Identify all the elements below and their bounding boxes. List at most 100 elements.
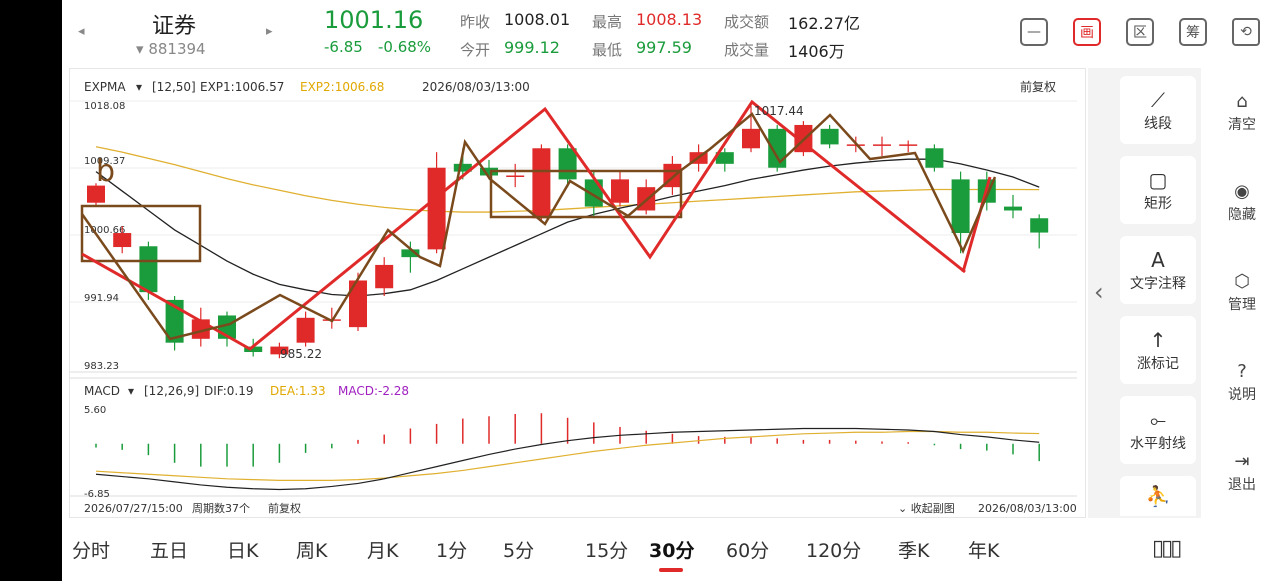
dea-value: DEA:1.33	[270, 384, 326, 398]
candle-body	[427, 167, 446, 250]
candle-body	[558, 148, 577, 180]
tab-0[interactable]: 分时	[72, 536, 110, 563]
side-label: 管理	[1228, 297, 1256, 313]
macd-subchart	[95, 413, 1040, 491]
candle-body	[139, 246, 158, 293]
y-tick-label: 991.94	[84, 293, 119, 304]
footer-end-time: 2026/08/03/13:00	[978, 502, 1077, 515]
candle-body	[611, 179, 629, 203]
candle-body	[506, 175, 525, 177]
volume-value: 1406万	[788, 42, 845, 61]
candle-body	[899, 144, 918, 146]
exp1-value: EXP1:1006.57	[200, 80, 284, 94]
tool-text-note[interactable]: A 文字注释	[1120, 236, 1196, 304]
candle-body	[1030, 218, 1049, 233]
exit-icon: ⇥	[1234, 451, 1250, 472]
drawing-tools-panel: ⟋ 线段 ▢ 矩形 A 文字注释 ↑ 涨标记 ⟜ 水平射线 ⛹ ‹	[1088, 68, 1201, 518]
macd-indicator-name[interactable]: MACD	[84, 384, 120, 398]
collapse-panel-arrow-icon[interactable]: ‹	[1094, 278, 1104, 306]
more-tools-icon: ⛹	[1145, 484, 1171, 508]
horizontal-ray-icon: ⟜	[1150, 408, 1166, 432]
candle-body	[873, 144, 891, 146]
candle-body	[375, 264, 394, 289]
candle-body	[1004, 206, 1022, 211]
draw-icon[interactable]: 画	[1073, 18, 1101, 46]
candle-body	[820, 128, 839, 145]
volume-label: 成交量	[724, 41, 770, 59]
tool-line-segment[interactable]: ⟋ 线段	[1120, 76, 1196, 144]
prev-stock-arrow-icon[interactable]: ◂	[78, 24, 85, 39]
stock-name: 证券	[152, 14, 197, 39]
range-icon[interactable]: 区	[1126, 18, 1154, 46]
footer-period-count: 周期数37个	[192, 502, 250, 515]
kline-chart-panel[interactable]: EXPMA ▾ [12,50] EXP1:1006.57 EXP2:1006.6…	[69, 68, 1086, 518]
tab-11[interactable]: 季K	[898, 536, 929, 563]
stock-code-dropdown[interactable]: ▾ 881394	[136, 40, 206, 58]
macd-params: [12,26,9]	[144, 384, 199, 398]
cursor-timestamp: 2026/08/03/13:00	[422, 80, 530, 94]
prev-close-label: 昨收	[460, 13, 491, 31]
tab-1[interactable]: 五日	[150, 536, 188, 563]
price-change: -6.85	[324, 38, 363, 56]
turnover-label: 成交额	[724, 13, 770, 31]
low-value: 997.59	[636, 38, 692, 57]
indicator-name[interactable]: EXPMA	[84, 80, 126, 94]
chips-icon[interactable]: 筹	[1179, 18, 1207, 46]
tool-label: 涨标记	[1137, 356, 1179, 372]
tool-label: 线段	[1144, 116, 1172, 132]
tool-horizontal-ray[interactable]: ⟜ 水平射线	[1120, 396, 1196, 464]
candle-body	[925, 148, 944, 168]
tab-5[interactable]: 1分	[436, 536, 467, 563]
adjust-mode[interactable]: 前复权	[1020, 79, 1056, 94]
high-value: 1008.13	[636, 10, 703, 29]
collapse-subchart-button[interactable]: ⌄ 收起副图	[898, 501, 955, 515]
tab-10[interactable]: 120分	[806, 536, 861, 563]
tab-9[interactable]: 60分	[726, 536, 769, 563]
tool-label: 文字注释	[1130, 276, 1186, 292]
tool-rectangle[interactable]: ▢ 矩形	[1120, 156, 1196, 224]
minimize-icon[interactable]: —	[1020, 18, 1048, 46]
drawn-text-annotation[interactable]: b	[96, 154, 115, 189]
clear-button[interactable]: ⌂ 清空	[1204, 90, 1280, 134]
high-label: 最高	[592, 13, 623, 31]
tab-8[interactable]: 30分	[649, 536, 694, 563]
stock-code: 881394	[148, 40, 206, 58]
tool-more[interactable]: ⛹	[1120, 476, 1196, 516]
next-stock-arrow-icon[interactable]: ▸	[266, 24, 273, 39]
macd-bottom-label: -6.85	[84, 489, 110, 500]
tab-3[interactable]: 周K	[296, 536, 327, 563]
quote-header: ◂ ▸ 证券 ▾ 881394 1001.16 -6.85 -0.68% 昨收 …	[62, 0, 1280, 66]
macd-dropdown-icon[interactable]: ▾	[128, 384, 134, 398]
tab-7[interactable]: 15分	[585, 536, 628, 563]
exp2-value: EXP2:1006.68	[300, 80, 384, 94]
tab-4[interactable]: 月K	[367, 536, 398, 563]
kline-chart-svg[interactable]: EXPMA ▾ [12,50] EXP1:1006.57 EXP2:1006.6…	[70, 69, 1085, 517]
tab-6[interactable]: 5分	[503, 536, 534, 563]
user-drawings[interactable]: b	[80, 99, 997, 351]
tab-2[interactable]: 日K	[227, 536, 258, 563]
help-icon: ?	[1237, 361, 1247, 382]
tab-12[interactable]: 年K	[968, 536, 999, 563]
macd-top-label: 5.60	[84, 405, 106, 416]
exit-button[interactable]: ⇥ 退出	[1204, 450, 1280, 494]
clear-icon: ⌂	[1236, 91, 1248, 112]
rotate-screen-icon[interactable]: ⟲	[1232, 18, 1260, 46]
candle-body	[113, 233, 132, 248]
gear-icon: ⬡	[1234, 271, 1250, 292]
tool-up-mark[interactable]: ↑ 涨标记	[1120, 316, 1196, 384]
candlesticks	[87, 105, 1049, 359]
manage-button[interactable]: ⬡ 管理	[1204, 270, 1280, 314]
help-button[interactable]: ? 说明	[1204, 360, 1280, 404]
macd-value: MACD:-2.28	[338, 384, 409, 398]
turnover-value: 162.27亿	[788, 14, 860, 33]
up-arrow-icon: ↑	[1149, 328, 1167, 352]
landscape-icon[interactable]: ▯▯▯	[1152, 536, 1182, 561]
low-marker-label: 985.22	[280, 347, 322, 361]
drawn-zigzag-line[interactable]	[80, 112, 997, 341]
footer-start-time: 2026/07/27/15:00	[84, 502, 183, 515]
hide-button[interactable]: ◉ 隐藏	[1204, 180, 1280, 224]
app-container: ◂ ▸ 证券 ▾ 881394 1001.16 -6.85 -0.68% 昨收 …	[62, 0, 1280, 581]
indicator-dropdown-icon[interactable]: ▾	[136, 80, 142, 94]
y-tick-label: 983.23	[84, 361, 119, 372]
period-tabs: 分时 五日 日K 周K 月K 1分 5分 15分 30分 60分 120分 季K 年K ▯▯▯	[62, 522, 1280, 581]
